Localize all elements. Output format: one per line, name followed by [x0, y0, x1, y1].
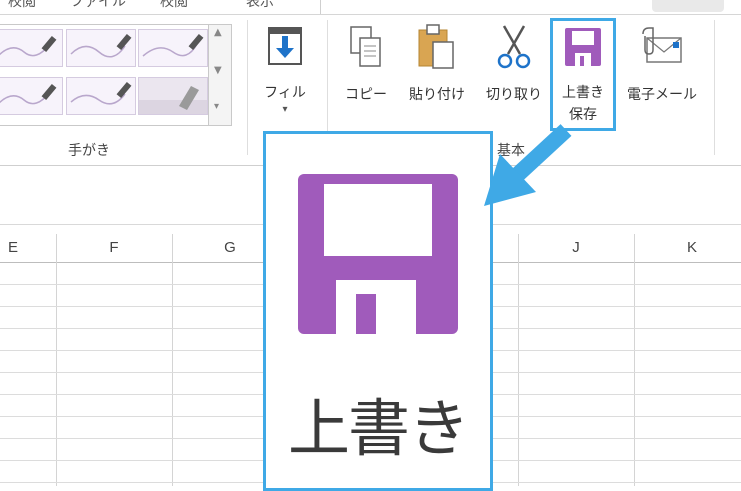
paste-button-label: 貼り付け — [409, 87, 465, 103]
pen-gallery — [0, 24, 210, 126]
email-button-label: 電子メール — [627, 87, 697, 103]
pen-stroke-icon — [0, 83, 57, 105]
group-label-handwriting: 手がき — [68, 143, 110, 159]
highlighter-style[interactable] — [138, 77, 208, 115]
email-button[interactable]: 電子メール — [618, 24, 706, 110]
highlighter-icon — [139, 86, 207, 114]
chevron-down-icon[interactable]: ▼ — [214, 65, 222, 76]
copy-button[interactable]: コピー — [336, 24, 396, 110]
column-header-j[interactable]: J — [518, 234, 634, 262]
column-header-e[interactable]: E — [0, 234, 56, 262]
pen-stroke-icon — [142, 33, 204, 57]
column-header-k[interactable]: K — [634, 234, 741, 262]
group-divider — [714, 20, 715, 155]
fill-down-icon — [268, 27, 302, 65]
zoom-callout-label: 上書き — [287, 392, 470, 465]
copy-button-label: コピー — [345, 87, 387, 103]
pen-style-2[interactable] — [66, 29, 136, 67]
grid-col-line — [56, 234, 57, 486]
tab-review-2[interactable]: 校閲 — [160, 0, 188, 11]
scissors-icon — [497, 25, 531, 69]
fill-button[interactable]: フィル ▾ — [258, 24, 312, 124]
grid-col-line — [518, 234, 519, 486]
pen-style-4[interactable] — [0, 77, 63, 115]
email-icon — [642, 27, 682, 63]
group-divider — [247, 20, 248, 155]
tab-view[interactable]: 表示 — [246, 0, 274, 11]
dropdown-arrow-icon: ▾ — [282, 104, 288, 115]
pen-stroke-icon — [0, 35, 57, 57]
pen-stroke-icon — [70, 33, 132, 58]
cut-button-label: 切り取り — [486, 87, 542, 103]
grid-col-line — [172, 234, 173, 486]
paste-button[interactable]: 貼り付け — [400, 24, 474, 110]
pen-style-1[interactable] — [0, 29, 63, 67]
grid-col-line — [634, 234, 635, 486]
tab-file[interactable]: ファイル — [70, 0, 126, 11]
column-header-f[interactable]: F — [56, 234, 172, 262]
ribbon-tab-bar: 校閲 ファイル 校閲 表示 — [0, 0, 741, 15]
chevron-up-icon[interactable]: ▲ — [214, 27, 222, 38]
save-disk-icon-large — [298, 174, 458, 334]
pen-style-5[interactable] — [66, 77, 136, 115]
gallery-expand-icon[interactable]: ▾ — [214, 101, 219, 112]
tab-search-pill[interactable] — [652, 0, 724, 12]
pen-style-3[interactable] — [138, 29, 208, 67]
tab-review[interactable]: 校閲 — [8, 0, 36, 11]
pen-stroke-icon — [70, 81, 132, 105]
copy-icon — [350, 26, 381, 67]
gallery-scroll[interactable]: ▲ ▼ ▾ — [208, 24, 232, 126]
cut-button[interactable]: 切り取り — [478, 24, 550, 110]
paste-icon — [418, 24, 454, 69]
pointer-arrow-icon — [484, 124, 572, 206]
tab-separator — [320, 0, 321, 14]
fill-button-label: フィル — [264, 85, 306, 101]
